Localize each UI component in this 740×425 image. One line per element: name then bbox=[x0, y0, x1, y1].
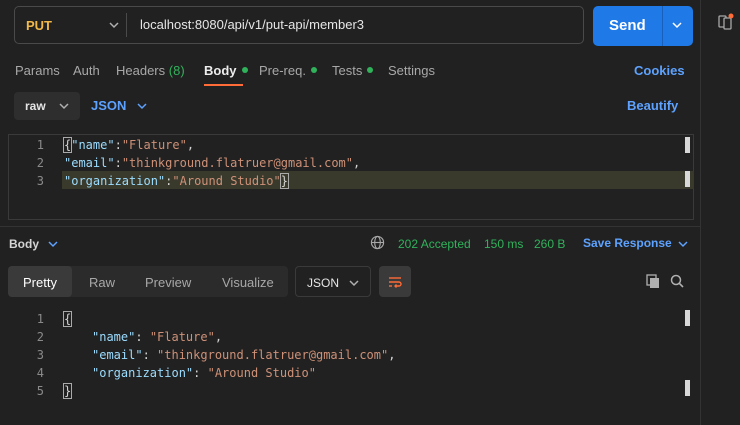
chevron-down-icon bbox=[349, 280, 359, 287]
line-number: 2 bbox=[36, 330, 44, 344]
send-label: Send bbox=[609, 17, 646, 34]
line-number: 3 bbox=[36, 174, 44, 188]
search-icon[interactable] bbox=[669, 273, 685, 289]
pane-divider[interactable] bbox=[0, 226, 700, 227]
tab-label: Headers bbox=[116, 63, 166, 78]
tab-tests[interactable]: Tests bbox=[332, 63, 374, 78]
response-format-label: JSON bbox=[307, 276, 340, 290]
tab-params[interactable]: Params bbox=[15, 63, 60, 78]
url-input[interactable]: localhost:8080/api/v1/put-api/member3 bbox=[140, 17, 364, 32]
status-code[interactable]: 202 Accepted bbox=[398, 237, 471, 251]
tab-label: Tests bbox=[332, 63, 363, 78]
tab-headers[interactable]: Headers (8) bbox=[116, 63, 185, 78]
code-line: "name": "Flature", bbox=[92, 330, 223, 344]
send-options-chevron-icon[interactable] bbox=[671, 19, 683, 31]
tab-body[interactable]: Body bbox=[204, 63, 248, 78]
code-line: "organization":"Around Studio"} bbox=[64, 173, 290, 189]
editor-scrollbar[interactable] bbox=[685, 171, 690, 187]
body-mode-select[interactable] bbox=[14, 92, 80, 120]
response-size[interactable]: 260 B bbox=[534, 237, 565, 251]
active-tab-underline bbox=[204, 84, 243, 86]
response-section-label[interactable]: Body bbox=[9, 237, 39, 251]
tab-pretty[interactable]: Pretty bbox=[23, 275, 57, 290]
line-number: 4 bbox=[36, 366, 44, 380]
code-line: {"name":"Flature", bbox=[62, 137, 195, 153]
tab-preview[interactable]: Preview bbox=[145, 275, 191, 290]
method-label: PUT bbox=[26, 17, 52, 33]
line-number: 1 bbox=[36, 138, 44, 152]
body-indicator-dot bbox=[241, 67, 248, 73]
tab-label: Params bbox=[15, 63, 60, 78]
line-number: 1 bbox=[36, 312, 44, 326]
code-line: "email": "thinkground.flatruer@gmail.com… bbox=[92, 348, 396, 362]
send-split-divider bbox=[662, 6, 663, 46]
editor-scrollbar[interactable] bbox=[685, 137, 690, 153]
chevron-down-icon bbox=[109, 22, 119, 29]
tab-label: Settings bbox=[388, 63, 435, 78]
wrap-lines-icon bbox=[389, 277, 402, 288]
url-divider bbox=[126, 13, 127, 37]
tab-pre-request[interactable]: Pre-req. bbox=[259, 63, 317, 78]
chevron-down-icon[interactable] bbox=[677, 238, 689, 250]
pre-request-indicator-dot bbox=[310, 67, 317, 73]
response-scrollbar[interactable] bbox=[685, 310, 690, 326]
code-line: "organization": "Around Studio" bbox=[92, 366, 316, 380]
body-mode-label: raw bbox=[25, 99, 46, 113]
chevron-down-icon bbox=[137, 103, 147, 110]
tab-auth[interactable]: Auth bbox=[73, 63, 100, 78]
chevron-down-icon bbox=[59, 103, 69, 110]
line-number: 2 bbox=[36, 156, 44, 170]
tab-label: Body bbox=[204, 63, 237, 78]
cookies-link[interactable]: Cookies bbox=[634, 63, 685, 78]
beautify-button[interactable]: Beautify bbox=[627, 98, 678, 113]
line-number: 3 bbox=[36, 348, 44, 362]
chevron-down-icon[interactable] bbox=[47, 238, 59, 250]
code-line: { bbox=[62, 311, 73, 327]
code-line: "email":"thinkground.flatruer@gmail.com"… bbox=[64, 156, 361, 170]
copy-icon[interactable] bbox=[645, 273, 661, 289]
tab-visualize[interactable]: Visualize bbox=[222, 275, 274, 290]
right-sidebar bbox=[700, 0, 740, 425]
line-number: 5 bbox=[36, 384, 44, 398]
save-response-button[interactable]: Save Response bbox=[583, 236, 672, 250]
headers-count: (8) bbox=[168, 63, 185, 78]
response-scrollbar[interactable] bbox=[685, 380, 690, 396]
tab-settings[interactable]: Settings bbox=[388, 63, 435, 78]
tab-raw[interactable]: Raw bbox=[89, 275, 115, 290]
globe-icon[interactable] bbox=[370, 235, 385, 250]
documentation-icon[interactable] bbox=[717, 13, 735, 31]
response-time[interactable]: 150 ms bbox=[484, 237, 523, 251]
tab-label: Pre-req. bbox=[259, 63, 306, 78]
tests-indicator-dot bbox=[367, 67, 374, 73]
code-line: } bbox=[62, 383, 73, 399]
tab-label: Auth bbox=[73, 63, 100, 78]
body-language-select[interactable]: JSON bbox=[91, 98, 126, 113]
method-select[interactable]: PUT bbox=[14, 6, 126, 44]
